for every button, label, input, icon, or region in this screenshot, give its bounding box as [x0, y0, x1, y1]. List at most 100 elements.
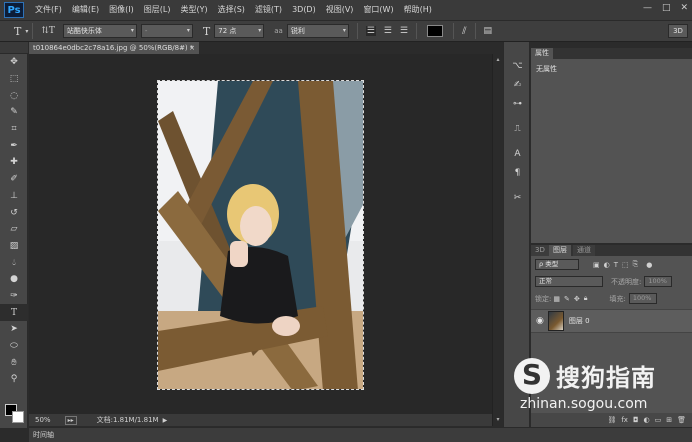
menu-image[interactable]: 图像(I)	[104, 0, 139, 20]
font-family-dropdown[interactable]: 站酷快乐体 ▾	[62, 24, 137, 38]
pen-tool-icon[interactable]: ✑	[0, 288, 28, 305]
menu-layer[interactable]: 图层(L)	[139, 0, 176, 20]
new-group-icon[interactable]: ▭	[655, 416, 662, 424]
font-style-dropdown[interactable]: - ▾	[140, 24, 193, 38]
options-bar: T ▾ ⇅T 站酷快乐体 ▾ - ▾ T 72 点 ▾ aa 锐利 ▾ ☰ ☰ ☰ ⫽ …	[0, 20, 692, 42]
adjustments-icon[interactable]: ⊶	[504, 94, 531, 113]
layer-filter-dropdown[interactable]: ρ 类型	[535, 259, 579, 270]
vertical-scrollbar[interactable]: ▴ ▾	[492, 54, 502, 426]
blend-mode-dropdown[interactable]: 正常	[535, 276, 603, 287]
delete-layer-icon[interactable]: 🗑︎	[677, 416, 686, 424]
scroll-up-icon[interactable]: ▴	[494, 56, 502, 64]
clone-stamp-tool-icon[interactable]: ⊥	[0, 188, 28, 205]
timeline-label[interactable]: 时间轴	[33, 431, 54, 439]
divider	[416, 23, 418, 39]
tab-properties[interactable]: 属性	[531, 48, 553, 59]
menu-help[interactable]: 帮助(H)	[399, 0, 437, 20]
type-tool-icon[interactable]: T	[14, 25, 21, 38]
toolbox-header[interactable]	[0, 42, 28, 54]
lasso-tool-icon[interactable]: ◌	[0, 87, 28, 104]
link-layers-icon[interactable]: ⛓	[607, 416, 616, 424]
add-mask-icon[interactable]: ◘	[633, 416, 639, 424]
lock-transparent-icon[interactable]: ▦	[553, 295, 560, 303]
align-right-icon[interactable]: ☰	[400, 26, 408, 36]
menu-view[interactable]: 视图(V)	[321, 0, 359, 20]
visibility-eye-icon[interactable]: ◉	[536, 316, 544, 326]
blur-tool-icon[interactable]: 💧︎	[0, 254, 28, 271]
lock-pixels-icon[interactable]: ✎	[564, 295, 570, 303]
status-arrow-icon[interactable]: ▶	[163, 417, 168, 424]
background-color-swatch[interactable]	[12, 411, 24, 423]
filter-smart-icon[interactable]: ⎘	[633, 260, 639, 269]
menu-3d[interactable]: 3D(D)	[287, 0, 321, 20]
paragraph-icon[interactable]: ¶	[504, 163, 531, 182]
color-swatches[interactable]	[5, 404, 25, 426]
3d-mode-button[interactable]: 3D	[668, 24, 688, 38]
warp-text-icon[interactable]: ⫽	[462, 26, 466, 37]
align-center-icon[interactable]: ☰	[384, 26, 392, 36]
marquee-tool-icon[interactable]: ⬚	[0, 71, 28, 88]
menu-window[interactable]: 窗口(W)	[358, 0, 398, 20]
maximize-button[interactable]: □	[662, 3, 671, 13]
character-icon[interactable]: A	[504, 144, 531, 163]
menu-filter[interactable]: 滤镜(T)	[250, 0, 287, 20]
tab-3d[interactable]: 3D	[531, 245, 549, 256]
font-size-dropdown[interactable]: 72 点 ▾	[214, 24, 265, 38]
filter-shape-icon[interactable]: ⬚	[622, 261, 629, 269]
tab-channels[interactable]: 通道	[573, 245, 595, 256]
menu-select[interactable]: 选择(S)	[213, 0, 250, 20]
document-tab-close-icon[interactable]: ×	[189, 42, 195, 54]
canvas-image[interactable]	[157, 80, 364, 390]
scroll-down-icon[interactable]: ▾	[494, 416, 502, 424]
brush-presets-icon[interactable]: ✍	[504, 75, 531, 94]
eraser-tool-icon[interactable]: ▱	[0, 221, 28, 238]
menu-type[interactable]: 类型(Y)	[175, 0, 212, 20]
dodge-tool-icon[interactable]: ●	[0, 271, 28, 288]
filter-toggle-icon[interactable]: ●	[646, 261, 652, 269]
tools-icon[interactable]: ✂	[504, 188, 531, 207]
document-canvas-area[interactable]	[29, 54, 492, 414]
timeline-panel[interactable]: 时间轴	[29, 427, 692, 442]
hand-tool-icon[interactable]: ✋︎	[0, 354, 28, 371]
eyedropper-tool-icon[interactable]: ✒	[0, 137, 28, 154]
layer-row[interactable]: ◉ 图层 0	[531, 309, 692, 333]
minimize-button[interactable]: —	[643, 3, 652, 13]
gradient-tool-icon[interactable]: ▨	[0, 238, 28, 255]
new-adjustment-icon[interactable]: ◐	[644, 416, 650, 424]
character-panel-icon[interactable]: ▤	[484, 26, 493, 36]
path-select-tool-icon[interactable]: ➤	[0, 321, 28, 338]
paths-icon[interactable]: ⎍	[504, 119, 531, 138]
text-color-swatch[interactable]	[427, 25, 444, 37]
lock-all-icon[interactable]: 🔒︎	[584, 294, 588, 303]
document-tab[interactable]: t010864e0dbc2c78a16.jpg @ 50%(RGB/8#) * …	[29, 42, 199, 54]
menu-file[interactable]: 文件(F)	[30, 0, 67, 20]
filter-type-icon[interactable]: T	[614, 261, 618, 269]
lock-position-icon[interactable]: ✥	[574, 295, 580, 303]
fill-input[interactable]: 100%	[628, 293, 657, 304]
close-button[interactable]: ✕	[680, 3, 688, 13]
ellipse-tool-icon[interactable]: ⬭	[0, 338, 28, 355]
filter-pixel-icon[interactable]: ▣	[593, 261, 600, 269]
tab-layers[interactable]: 图层	[549, 245, 571, 256]
align-left-icon[interactable]: ☰	[365, 26, 376, 36]
filter-adjust-icon[interactable]: ◐	[604, 261, 610, 269]
layer-name[interactable]: 图层 0	[569, 316, 590, 326]
history-panel-icon[interactable]: ⌥	[504, 56, 531, 75]
tool-preset-arrow-icon[interactable]: ▾	[25, 28, 28, 35]
crop-tool-icon[interactable]: ⌗	[0, 121, 28, 138]
text-orientation-icon[interactable]: ⇅T	[41, 26, 55, 36]
fx-icon[interactable]: fx	[621, 416, 628, 424]
antialias-dropdown[interactable]: 锐利 ▾	[286, 24, 349, 38]
zoom-level[interactable]: 50%	[35, 416, 51, 424]
quick-select-tool-icon[interactable]: ✎	[0, 104, 28, 121]
healing-brush-tool-icon[interactable]: ✚	[0, 154, 28, 171]
status-menu-icon[interactable]: ▸▸	[64, 415, 77, 425]
new-layer-icon[interactable]: ⊞	[666, 416, 672, 424]
history-brush-tool-icon[interactable]: ↺	[0, 204, 28, 221]
move-tool-icon[interactable]: ✥	[0, 54, 28, 71]
type-tool-icon[interactable]: T	[0, 304, 28, 321]
menu-edit[interactable]: 编辑(E)	[67, 0, 104, 20]
zoom-tool-icon[interactable]: ⚲	[0, 371, 28, 388]
brush-tool-icon[interactable]: ✐	[0, 171, 28, 188]
opacity-input[interactable]: 100%	[644, 276, 673, 287]
